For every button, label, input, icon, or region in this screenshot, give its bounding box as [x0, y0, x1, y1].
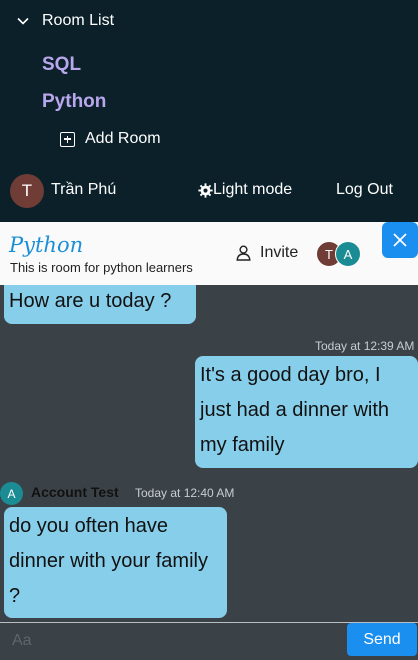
- sidebar: Room List SQL Python Add Room T Trần Phú: [0, 0, 418, 222]
- avatar: T: [10, 174, 44, 208]
- sidebar-item-python[interactable]: Python: [42, 91, 106, 113]
- send-button[interactable]: Send: [347, 623, 417, 656]
- message-input[interactable]: [0, 623, 354, 659]
- member-avatar: A: [335, 241, 361, 267]
- sidebar-item-sql[interactable]: SQL: [42, 54, 81, 76]
- gear-icon: [198, 182, 213, 198]
- logout-button[interactable]: Log Out: [336, 181, 393, 199]
- user-icon: [236, 245, 251, 261]
- light-mode-label: Light mode: [213, 181, 293, 198]
- add-room-label: Add Room: [85, 130, 161, 147]
- sender-avatar: A: [0, 482, 23, 505]
- close-icon: [393, 233, 407, 247]
- invite-button[interactable]: Invite: [236, 244, 298, 262]
- add-box-icon: [60, 131, 75, 147]
- invite-label: Invite: [260, 244, 299, 261]
- room-description: This is room for python learners: [10, 260, 193, 275]
- sender-name: Account Test: [31, 484, 119, 500]
- add-room-button[interactable]: Add Room: [60, 130, 161, 148]
- message-bubble: How are u today ?: [4, 285, 196, 324]
- message-timestamp: Today at 12:40 AM: [135, 486, 235, 500]
- message-bubble: do you often have dinner with your famil…: [4, 507, 227, 618]
- close-button[interactable]: [382, 222, 418, 258]
- chevron-down-icon: [17, 17, 29, 25]
- user-row: T Trần Phú Light mode Log Out: [10, 173, 410, 209]
- user-name: Trần Phú: [51, 181, 117, 198]
- message-timestamp: Today at 12:39 AM: [315, 339, 415, 353]
- room-list-label: Room List: [42, 12, 115, 29]
- room-list-toggle[interactable]: Room List: [16, 12, 114, 30]
- room-title: Python: [9, 233, 84, 257]
- light-mode-button[interactable]: Light mode: [198, 181, 292, 199]
- message-bubble-own: It's a good day bro, I just had a dinner…: [195, 356, 418, 468]
